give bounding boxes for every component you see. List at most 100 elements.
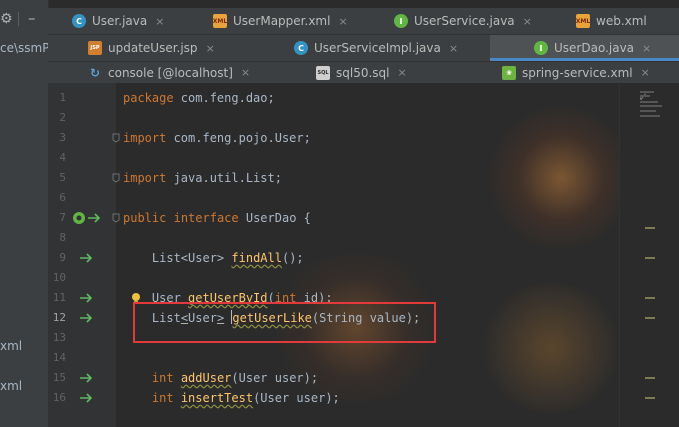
tab-label: UserServiceImpl.java (314, 41, 441, 55)
tab-label: console [@localhost] (108, 65, 233, 80)
code-text: (User user); (253, 391, 340, 405)
fold-icon[interactable] (111, 133, 121, 143)
project-path[interactable]: ce\ssmP (0, 41, 49, 55)
line-number: 11 (52, 291, 66, 304)
warning-marker[interactable] (645, 397, 655, 399)
close-icon[interactable]: × (338, 15, 347, 28)
line-number: 12 (52, 311, 66, 324)
line-number: 10 (52, 271, 66, 284)
error-stripe[interactable]: ✓ (619, 83, 679, 427)
hide-panel-icon[interactable]: – (28, 9, 36, 27)
implemented-arrow-icon[interactable] (79, 311, 93, 325)
minimap-line (640, 105, 662, 107)
tab-label: UserService.java (414, 14, 515, 28)
line-number: 13 (52, 331, 66, 344)
keyword: import (123, 171, 167, 185)
code-line[interactable]: package com.feng.dao; (116, 88, 619, 108)
code-line[interactable]: import com.feng.pojo.User; (116, 128, 619, 148)
warning-marker[interactable] (645, 377, 655, 379)
minimap-line (640, 115, 660, 117)
editor-gutter[interactable]: 1 2 3 4 5 6 7 8 9 10 11 12 13 14 15 16 (48, 83, 116, 427)
method-name[interactable]: findAll (231, 251, 282, 265)
gear-icon[interactable]: ⚙ (0, 11, 13, 27)
close-icon[interactable]: × (206, 42, 215, 55)
tab-userserviceimpl-java[interactable]: C UserServiceImpl.java × (294, 35, 458, 61)
code-line[interactable]: public interface UserDao { (116, 208, 619, 228)
implemented-arrow-icon[interactable] (79, 251, 93, 265)
line-number: 8 (59, 231, 66, 244)
line-number: 7 (59, 211, 66, 224)
code-text: { (296, 211, 311, 225)
close-icon[interactable]: × (241, 66, 250, 79)
tab-usermapper-xml[interactable]: XML UserMapper.xml × (213, 8, 348, 34)
close-icon[interactable]: × (155, 15, 164, 28)
warning-marker[interactable] (645, 297, 655, 299)
tab-userdao-java[interactable]: I UserDao.java × (490, 35, 679, 61)
tab-spring-service-xml[interactable]: ❀ spring-service.xml × (502, 62, 650, 83)
code-text: com.feng.dao; (173, 91, 275, 105)
console-icon: ↻ (89, 65, 101, 80)
code-line[interactable]: List<User> findAll(); (116, 248, 619, 268)
tab-label: web.xml (596, 14, 647, 28)
tab-web-xml[interactable]: XML web.xml (576, 8, 647, 34)
class-icon: C (72, 14, 86, 28)
close-icon[interactable]: × (449, 42, 458, 55)
code-text: com.feng.pojo.User; (166, 131, 311, 145)
tab-console[interactable]: ↻ console [@localhost] × (88, 62, 250, 83)
warning-marker[interactable] (645, 227, 655, 229)
fold-icon[interactable] (111, 213, 121, 223)
fold-icon[interactable] (111, 173, 121, 183)
close-icon[interactable]: × (523, 15, 532, 28)
code-text: List<User> (151, 251, 232, 265)
line-number: 9 (59, 251, 66, 264)
project-panel: ⚙ – ce\ssmP xml xml (0, 0, 49, 427)
close-icon[interactable]: × (642, 42, 651, 55)
line-number: 4 (59, 151, 66, 164)
code-editor[interactable]: package com.feng.dao; import com.feng.po… (116, 83, 619, 427)
line-number: 2 (59, 111, 66, 124)
tab-sql50-sql[interactable]: SQL sql50.sql × (316, 62, 407, 83)
keyword: interface (173, 211, 239, 225)
code-text: (); (281, 251, 304, 265)
highlight-box (133, 302, 436, 343)
interface-name: UserDao (245, 211, 297, 225)
line-number: 15 (52, 371, 66, 384)
keyword: int (151, 391, 174, 405)
spring-bean-icon[interactable] (72, 211, 86, 225)
spring-xml-icon: ❀ (502, 65, 516, 80)
tab-updateuser-jsp[interactable]: JSP updateUser.jsp × (88, 35, 215, 61)
code-line[interactable]: import java.util.List; (116, 168, 619, 188)
separator (18, 12, 19, 26)
line-number: 6 (59, 191, 66, 204)
implemented-arrow-icon[interactable] (87, 211, 101, 225)
warning-marker[interactable] (645, 257, 655, 259)
minimap-line (640, 95, 650, 97)
method-name[interactable]: addUser (181, 371, 232, 385)
tab-label: UserMapper.xml (233, 14, 331, 28)
implemented-arrow-icon[interactable] (79, 371, 93, 385)
code-line[interactable]: int insertTest(User user); (116, 388, 619, 408)
minimap-line (640, 110, 656, 112)
editor-tab-row-1: C User.java × XML UserMapper.xml × I Use… (48, 8, 679, 35)
close-icon[interactable]: × (398, 66, 407, 79)
implemented-arrow-icon[interactable] (79, 391, 93, 405)
tab-userservice-java[interactable]: I UserService.java × (394, 8, 532, 34)
project-tree-item[interactable]: xml (0, 379, 22, 393)
xml-icon: XML (576, 14, 590, 28)
keyword: int (151, 371, 174, 385)
tab-label: sql50.sql (336, 65, 390, 80)
close-icon[interactable]: × (641, 66, 650, 79)
class-icon: C (294, 41, 308, 55)
warning-marker[interactable] (645, 317, 655, 319)
line-number: 16 (52, 391, 66, 404)
code-line[interactable]: int addUser(User user); (116, 368, 619, 388)
tab-user-java[interactable]: C User.java × (72, 8, 164, 34)
jsp-icon: JSP (88, 41, 102, 55)
implemented-arrow-icon[interactable] (79, 291, 93, 305)
interface-icon: I (394, 14, 408, 28)
method-name[interactable]: insertTest (181, 391, 253, 405)
editor-tab-row-2: JSP updateUser.jsp × C UserServiceImpl.j… (48, 35, 679, 62)
sql-icon: SQL (316, 65, 330, 80)
project-tree-item[interactable]: xml (0, 339, 22, 353)
interface-icon: I (534, 41, 548, 55)
